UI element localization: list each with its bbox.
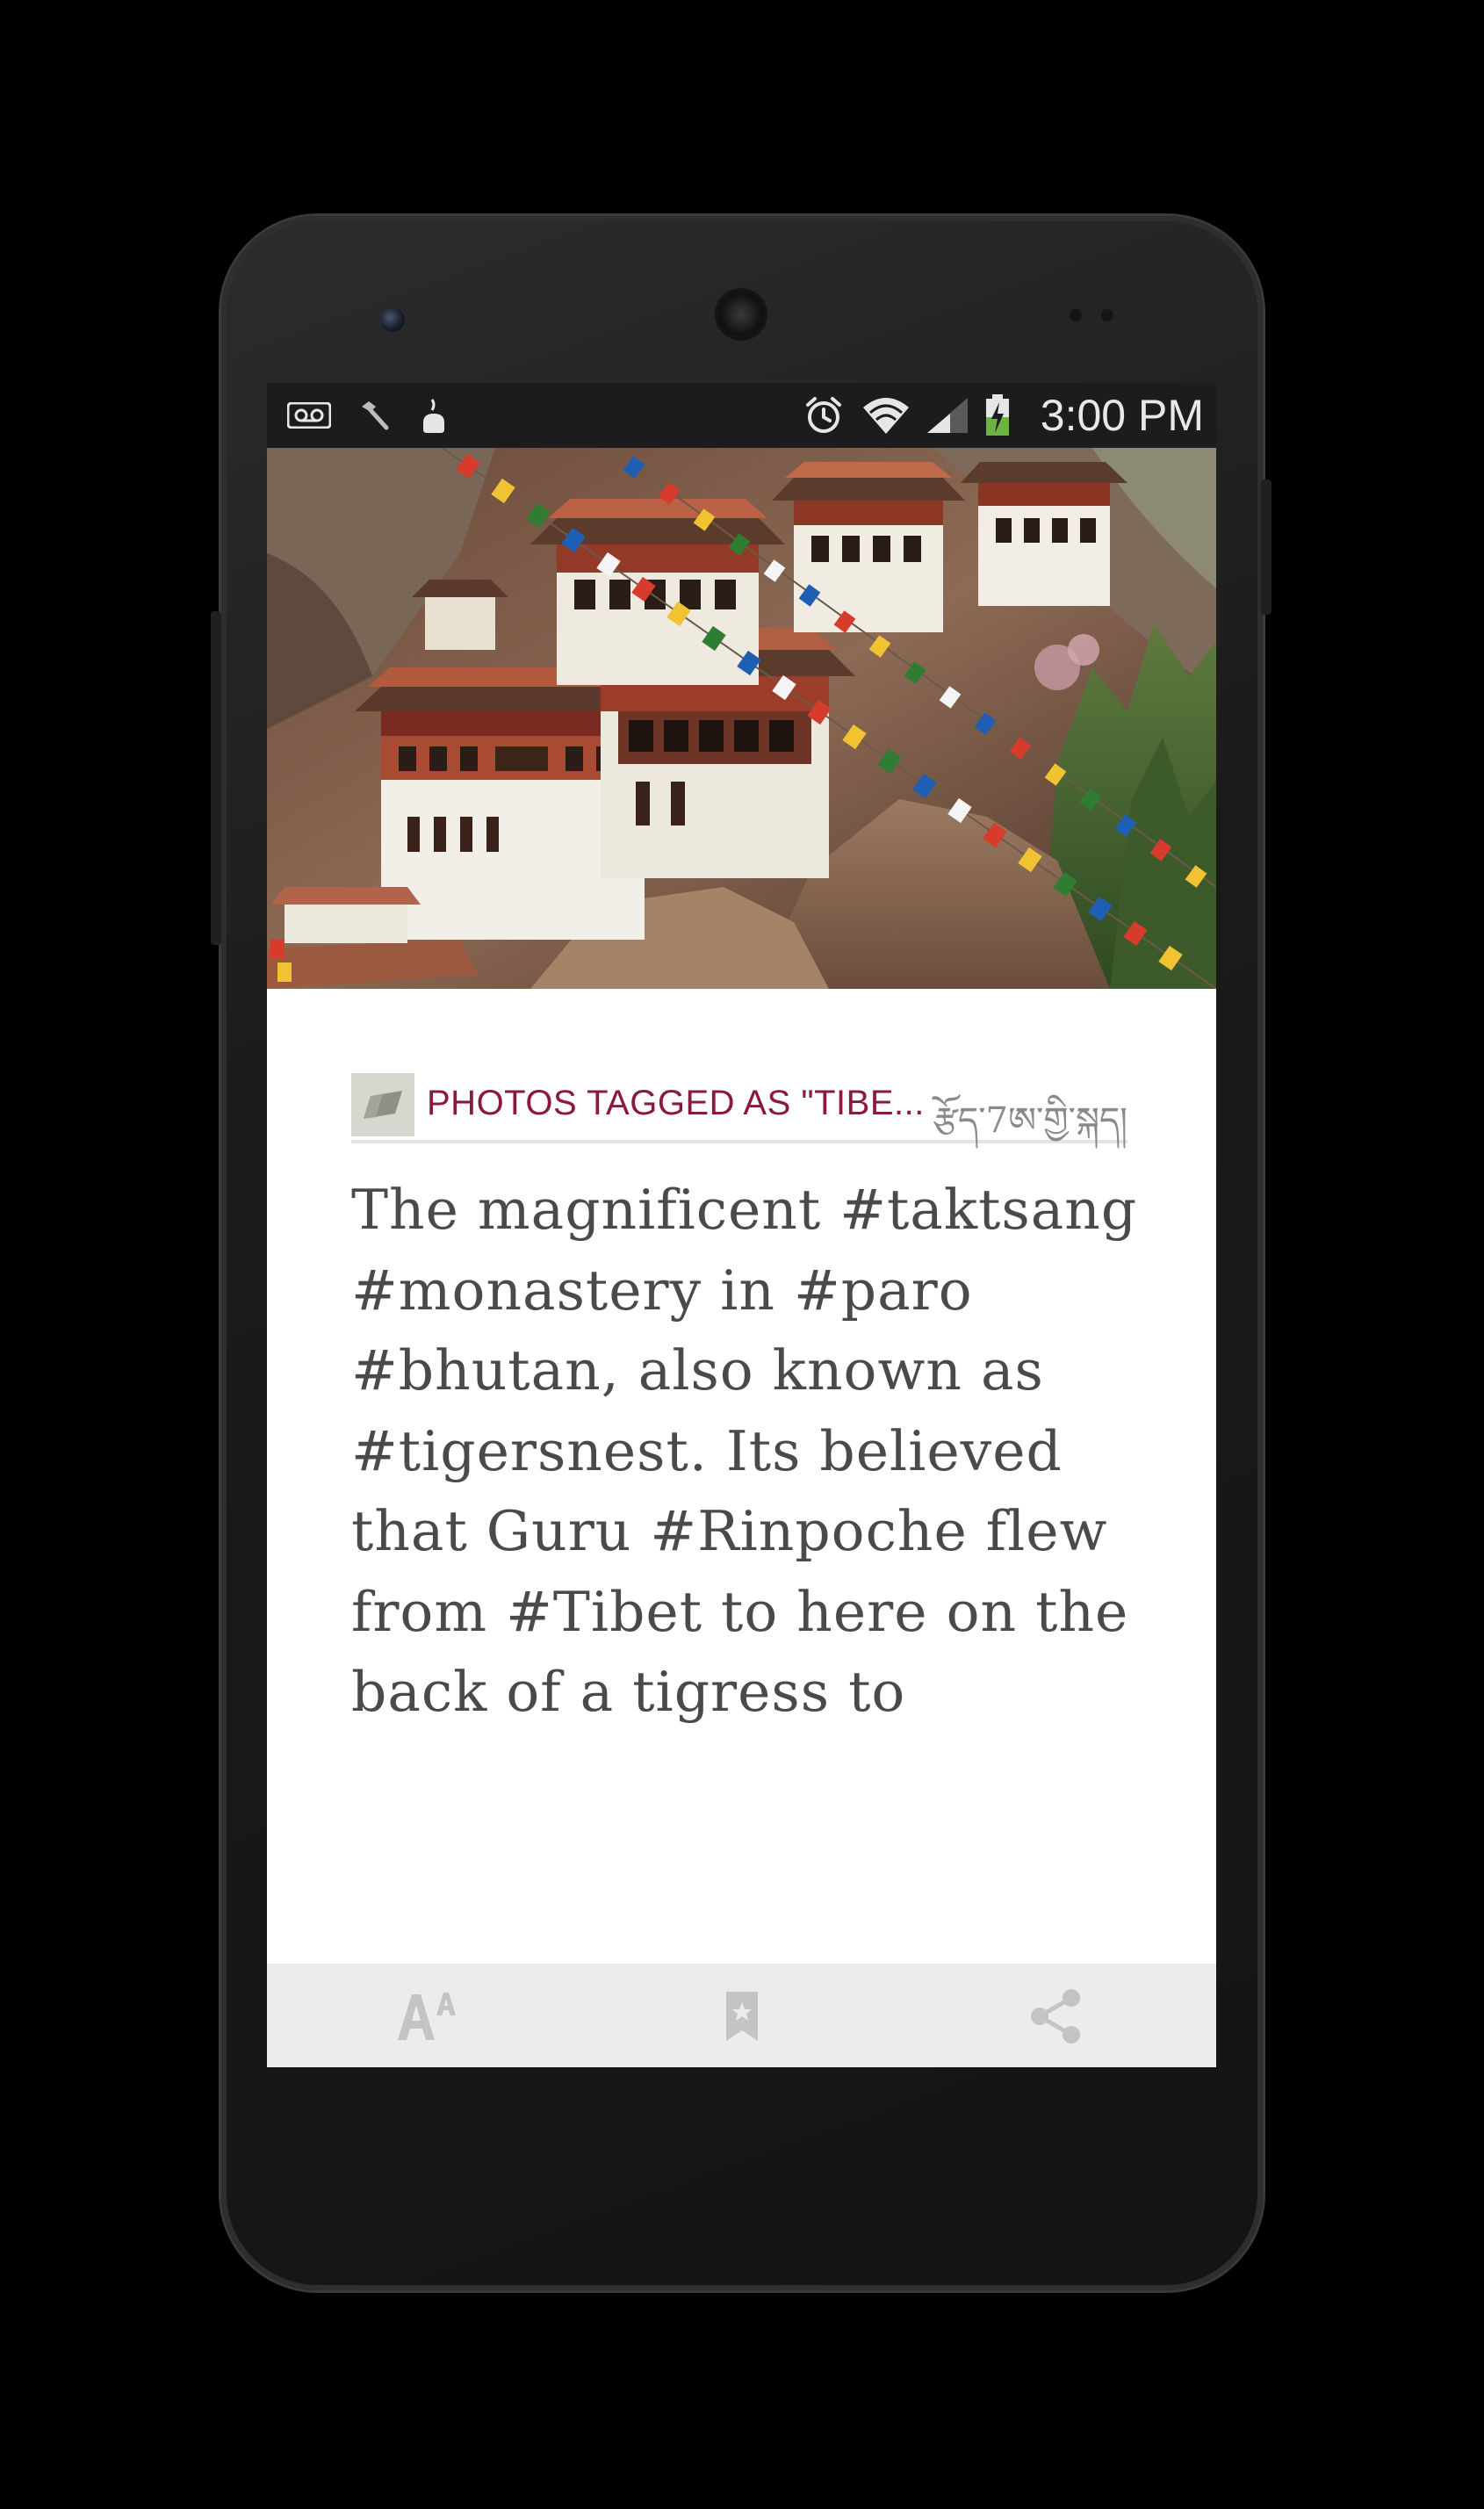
power-button xyxy=(1261,479,1271,615)
alarm-icon xyxy=(801,397,846,434)
status-bar: 3:00 PM xyxy=(267,383,1216,448)
share-button[interactable] xyxy=(1017,1981,1096,2051)
monastery-photo xyxy=(267,448,1216,989)
volume-button xyxy=(211,611,221,945)
wifi-icon xyxy=(861,397,911,434)
source-tibetan-text: རྩོད་7ཨ་གྱི་སྐད། xyxy=(933,1100,1127,1141)
tools-icon xyxy=(355,397,393,434)
proximity-sensor xyxy=(1070,309,1082,321)
signal-icon xyxy=(926,397,969,434)
source-thumbnail xyxy=(351,1073,414,1136)
flag-icon xyxy=(351,1073,414,1136)
front-camera xyxy=(380,307,405,332)
bookmark-button[interactable] xyxy=(702,1981,782,2051)
light-sensor xyxy=(1101,309,1113,321)
tap-notification-icon xyxy=(414,397,453,434)
status-time: 3:00 PM xyxy=(1040,391,1204,440)
earpiece-speaker xyxy=(715,288,767,341)
battery-charging-icon xyxy=(980,394,1015,436)
screen: 3:00 PM PHOTOS TAGGED AS "TIBE... རྩོད་7… xyxy=(267,383,1216,2067)
text-size-icon xyxy=(398,1993,456,2040)
source-label[interactable]: PHOTOS TAGGED AS "TIBE... xyxy=(427,1084,925,1123)
share-icon xyxy=(1031,1989,1080,2044)
hero-image[interactable] xyxy=(267,448,1216,989)
bottom-toolbar xyxy=(267,1964,1216,2067)
text-size-button[interactable] xyxy=(388,1981,467,2051)
voicemail-icon xyxy=(286,397,332,434)
article-body: The magnificent #taktsang #monastery in … xyxy=(351,1178,1138,1724)
article-card[interactable]: PHOTOS TAGGED AS "TIBE... རྩོད་7ཨ་གྱི་སྐ… xyxy=(267,989,1216,1964)
bookmark-icon xyxy=(726,1992,758,2041)
source-row[interactable]: PHOTOS TAGGED AS "TIBE... རྩོད་7ཨ་གྱི་སྐ… xyxy=(351,1073,1127,1143)
